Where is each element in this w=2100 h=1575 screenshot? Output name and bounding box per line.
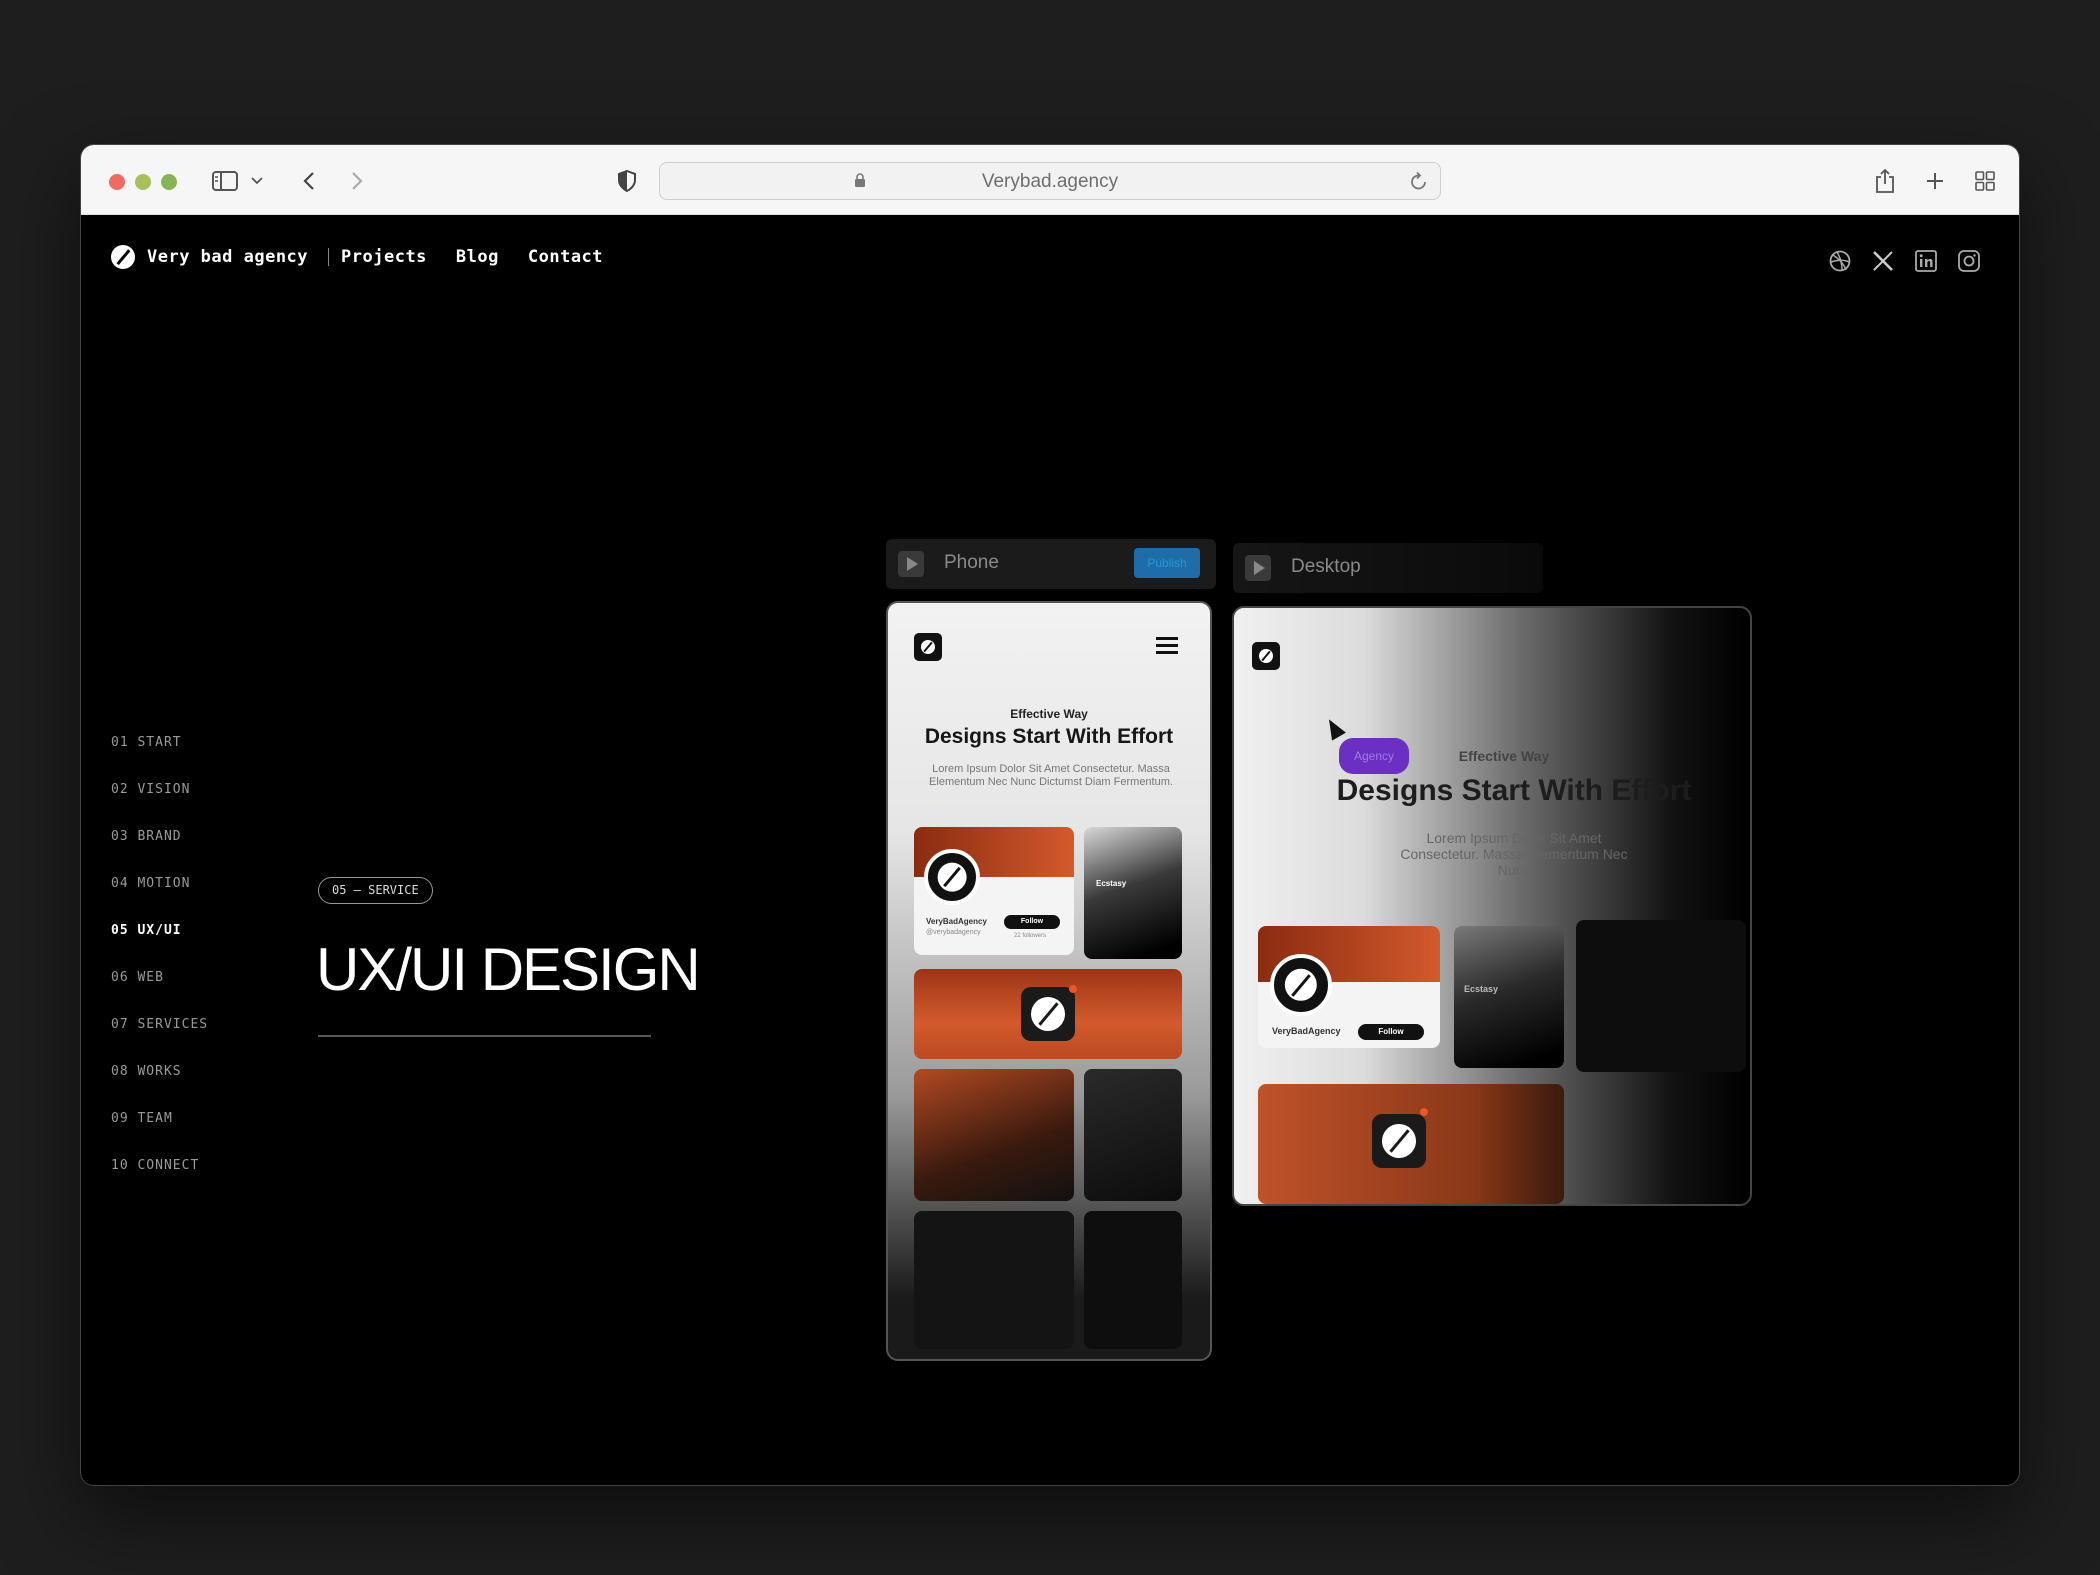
brand-name[interactable]: Very bad agency (147, 247, 308, 267)
section-nav-item-team[interactable]: 09 TEAM (111, 1109, 208, 1156)
avatar (1270, 954, 1332, 1016)
url-text: Verybad.agency (981, 171, 1119, 192)
section-nav-item-vision[interactable]: 02 VISION (111, 780, 208, 827)
instagram-icon[interactable] (1956, 248, 1981, 273)
profile-name: VeryBadAgency (1272, 1026, 1341, 1036)
section-nav-item-works[interactable]: 08 WORKS (111, 1062, 208, 1109)
followers-count: 22 followers (1014, 933, 1047, 939)
brand-banner (914, 969, 1182, 1059)
minimize-window-button[interactable] (135, 174, 151, 190)
phone-tab-label: Phone (944, 552, 999, 573)
nav-link-blog[interactable]: Blog (456, 247, 499, 267)
linkedin-icon[interactable] (1913, 248, 1938, 273)
desktop-brand-banner (1258, 1084, 1564, 1204)
address-bar[interactable]: Verybad.agency (659, 162, 1441, 200)
nav-link-contact[interactable]: Contact (528, 247, 603, 267)
section-nav-item-services[interactable]: 07 SERVICES (111, 1015, 208, 1062)
follow-button: Follow (1004, 915, 1060, 929)
browser-toolbar: Verybad.agency (81, 145, 2019, 215)
dribbble-icon[interactable] (1827, 248, 1852, 273)
notification-dot (1420, 1108, 1428, 1116)
share-icon[interactable] (1873, 167, 1897, 195)
desktop-eyebrow: Effective Way (1458, 748, 1550, 764)
section-nav-item-motion[interactable]: 04 MOTION (111, 874, 208, 921)
zoom-window-button[interactable] (161, 174, 177, 190)
banner-logo-icon (1372, 1114, 1426, 1168)
banner-logo-icon (1021, 987, 1075, 1041)
phone-preview-bar: Phone Publish (886, 539, 1216, 589)
top-nav: Very bad agency Projects Blog Contact (111, 245, 632, 269)
play-icon[interactable] (1245, 555, 1271, 581)
shield-icon[interactable] (615, 167, 639, 195)
social-links (1827, 248, 1981, 273)
hoodie-card (1084, 1069, 1182, 1201)
back-button[interactable] (297, 167, 321, 195)
x-icon[interactable] (1870, 248, 1895, 273)
desktop-dark-card (1576, 920, 1746, 1072)
extra-card (1084, 1211, 1182, 1349)
desktop-profile-card: VeryBadAgency Follow (1258, 926, 1440, 1048)
mockup-lorem: Lorem Ipsum Dolor Sit Amet Consectetur. … (929, 763, 1173, 788)
profile-card: VeryBadAgency @verybadagency Follow 22 f… (914, 827, 1074, 955)
agency-pill: Agency (1339, 738, 1409, 774)
mockup-hero-title: Designs Start With Effort (924, 725, 1174, 748)
forward-button[interactable] (345, 167, 369, 195)
title-underline (318, 1035, 651, 1037)
portrait-card (914, 1211, 1074, 1349)
mockup-eyebrow: Effective Way (1010, 707, 1088, 721)
mockup-logo-icon (914, 633, 942, 661)
tab-overview-icon[interactable] (1973, 167, 1997, 195)
agency-logo-icon[interactable] (111, 245, 135, 269)
desktop-ecstasy-card: Ecstasy (1454, 926, 1564, 1068)
nav-divider (328, 248, 330, 266)
ecstasy-label: Ecstasy (1096, 879, 1127, 888)
desktop-tab-label: Desktop (1291, 556, 1361, 577)
avatar (924, 849, 980, 905)
follow-button: Follow (1358, 1024, 1424, 1040)
menu-icon (1156, 637, 1178, 658)
reload-icon[interactable] (1410, 171, 1428, 196)
browser-window: Verybad.agency Very bad agency Projects … (80, 144, 2020, 1486)
desktop-hero-title: Designs Start With Effort (1336, 774, 1692, 807)
new-tab-icon[interactable] (1923, 167, 1947, 195)
nav-link-projects[interactable]: Projects (341, 247, 427, 267)
section-nav-item-web[interactable]: 06 WEB (111, 968, 208, 1015)
section-nav-item-connect[interactable]: 10 CONNECT (111, 1156, 208, 1203)
profile-name: VeryBadAgency (926, 917, 987, 926)
desktop-lorem: Lorem Ipsum Dolor Sit Amet Consectetur. … (1400, 830, 1628, 879)
ecstasy-card: Ecstasy (1084, 827, 1182, 959)
desktop-mockup: Effective Way Designs Start With Effort … (1232, 606, 1752, 1206)
chevron-down-icon[interactable] (247, 167, 267, 195)
publish-button[interactable]: Publish (1134, 548, 1200, 578)
ecstasy-label: Ecstasy (1464, 984, 1499, 994)
close-window-button[interactable] (109, 174, 125, 190)
profile-handle: @verybadagency (926, 929, 981, 936)
section-nav-item-start[interactable]: 01 START (111, 733, 208, 780)
section-badge: 05 — SERVICE (318, 877, 433, 904)
sidebar-toggle-icon[interactable] (211, 167, 239, 195)
desktop-preview-bar: Desktop (1233, 543, 1543, 593)
section-title: UX/UI DESIGN (316, 936, 701, 1003)
section-nav-item-uxui[interactable]: 05 UX/UI (111, 921, 208, 968)
section-nav: 01 START 02 VISION 03 BRAND 04 MOTION 05… (111, 733, 208, 1203)
mockup-logo-icon (1252, 642, 1280, 670)
play-icon[interactable] (898, 551, 924, 577)
section-nav-item-brand[interactable]: 03 BRAND (111, 827, 208, 874)
phone-mockup: Effective Way Designs Start With Effort … (886, 601, 1212, 1361)
notification-dot (1069, 985, 1077, 993)
phone-device-card (914, 1069, 1074, 1201)
